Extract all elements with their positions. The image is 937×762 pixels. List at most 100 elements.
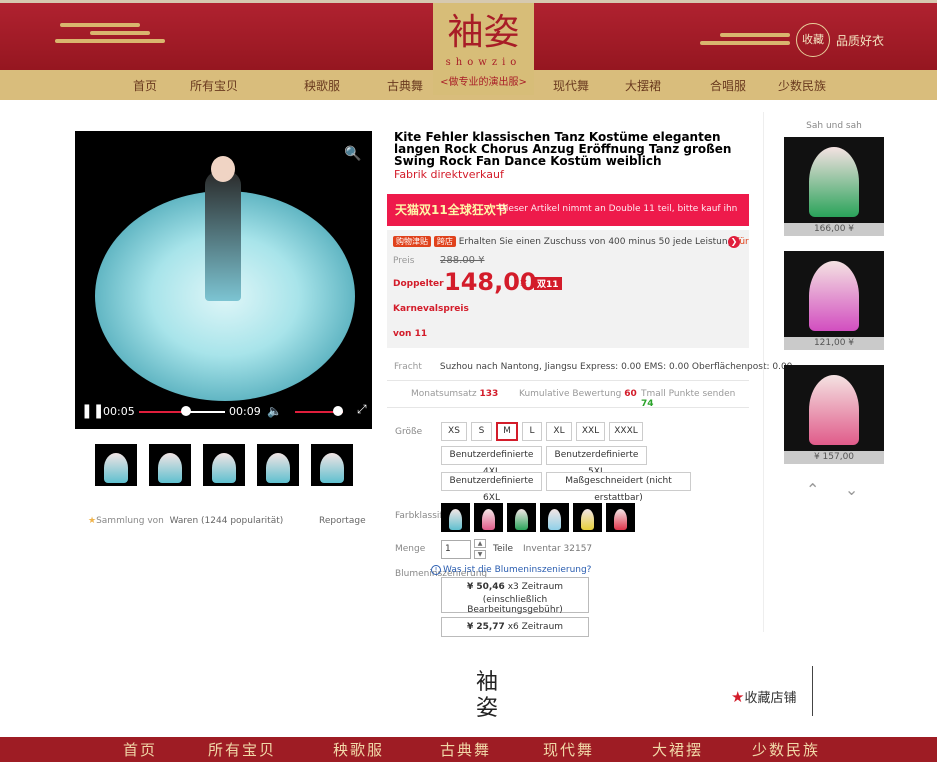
- size-xxxl[interactable]: XXXL: [609, 422, 643, 441]
- quantity-input[interactable]: 1: [441, 540, 471, 559]
- promo-text: Dieser Artikel nimmt an Double 11 teil, …: [499, 204, 738, 214]
- nav-all-items[interactable]: 所有宝贝: [190, 70, 238, 100]
- dancer-head: [211, 156, 235, 182]
- nav-ethnic[interactable]: 少数民族: [778, 70, 826, 100]
- footer-nav-big-skirt[interactable]: 大裙摆: [652, 739, 703, 760]
- footer-nav-ethnic[interactable]: 少数民族: [752, 739, 820, 760]
- footer-nav: 首页 所有宝贝 秧歌服 古典舞 现代舞 大裙摆 少数民族: [0, 737, 937, 762]
- zoom-icon[interactable]: 🔍: [340, 141, 366, 167]
- product-video[interactable]: [75, 131, 372, 429]
- size-xs[interactable]: XS: [441, 422, 467, 441]
- nav-big-skirt[interactable]: 大摆裙: [625, 70, 661, 100]
- report-link[interactable]: Reportage: [319, 516, 366, 526]
- color-swatch[interactable]: [540, 503, 569, 532]
- size-xxl[interactable]: XXL: [576, 422, 605, 441]
- size-m[interactable]: M: [496, 422, 518, 441]
- nav-yangge[interactable]: 秧歌服: [304, 70, 340, 100]
- qty-down-icon[interactable]: ▼: [474, 550, 486, 559]
- price-label: Preis: [393, 256, 415, 266]
- size-custom-4xl[interactable]: Benutzerdefinierte 4XL: [441, 446, 542, 477]
- collect-link[interactable]: ★Sammlung von Waren (1244 popularität): [88, 516, 283, 526]
- thumbnail-strip: [95, 444, 355, 486]
- volume-icon[interactable]: 🔈: [267, 404, 282, 418]
- rail-title: Sah und sah: [806, 121, 862, 131]
- tmall-points: Tmall Punkte senden 74: [641, 389, 736, 409]
- thumbnail[interactable]: [203, 444, 245, 486]
- currency: ¥: [520, 278, 527, 291]
- size-l[interactable]: L: [522, 422, 542, 441]
- thumbnail[interactable]: [95, 444, 137, 486]
- color-swatch[interactable]: [441, 503, 470, 532]
- installment-6[interactable]: ¥ 25,77 x6 Zeitraum: [441, 617, 589, 637]
- star-icon: ★: [731, 688, 745, 706]
- shop-banner: 收藏 品质好衣 首页 所有宝贝 秧歌服 古典舞 现代舞 大摆裙 合唱服 少数民族…: [0, 0, 937, 100]
- size-custom-5xl[interactable]: Benutzerdefinierte 5XL: [546, 446, 647, 477]
- nav-modern[interactable]: 现代舞: [553, 70, 589, 100]
- chevron-down-icon[interactable]: ⌄: [845, 480, 858, 499]
- item-price: 166,00 ¥: [784, 223, 884, 236]
- thumbnail[interactable]: [257, 444, 299, 486]
- thumbnail[interactable]: [311, 444, 353, 486]
- plan2-price: ¥ 25,77: [466, 622, 505, 632]
- footer-logo: 袖姿: [475, 670, 498, 721]
- nav-home[interactable]: 首页: [133, 70, 157, 100]
- footer-nav-classical[interactable]: 古典舞: [440, 739, 491, 760]
- volume-knob[interactable]: [333, 406, 343, 416]
- cloud-decoration: [60, 23, 140, 27]
- qty-up-icon[interactable]: ▲: [474, 539, 486, 548]
- size-xl[interactable]: XL: [546, 422, 572, 441]
- subsidy-text: Erhalten Sie einen Zuschuss von 400 minu…: [458, 237, 734, 247]
- arrow-right-icon[interactable]: ❯: [728, 236, 740, 248]
- plan1-price: ¥ 50,46: [466, 582, 505, 592]
- color-swatch[interactable]: [507, 503, 536, 532]
- product-page: 收藏 品质好衣 首页 所有宝贝 秧歌服 古典舞 现代舞 大摆裙 合唱服 少数民族…: [0, 0, 937, 762]
- bloom-info-link[interactable]: ! Was ist die Blumeninszenierung?: [431, 565, 591, 575]
- double11-banner[interactable]: 天猫双11全球狂欢节 Dieser Artikel nimmt an Doubl…: [387, 194, 749, 226]
- recommended-item[interactable]: 121,00 ¥: [784, 251, 884, 350]
- cross-store-badge: 跨店: [433, 236, 456, 247]
- recommended-item[interactable]: 166,00 ¥: [784, 137, 884, 236]
- item-image: [809, 147, 859, 217]
- footer-nav-home[interactable]: 首页: [123, 739, 157, 760]
- info-icon: !: [431, 565, 441, 575]
- double-price-label: Doppelter: [393, 279, 444, 289]
- size-custom-6xl[interactable]: Benutzerdefinierte 6XL: [441, 472, 542, 503]
- dancer-figure: [205, 171, 241, 301]
- fav-slogan: 品质好衣: [836, 34, 885, 48]
- color-swatch[interactable]: [573, 503, 602, 532]
- color-swatch[interactable]: [606, 503, 635, 532]
- nav-chorus[interactable]: 合唱服: [710, 70, 746, 100]
- monthly-sales: Monatsumsatz 133: [411, 389, 499, 399]
- shop-logo[interactable]: 袖姿 showzio: [433, 3, 534, 95]
- color-swatch[interactable]: [474, 503, 503, 532]
- recommended-item[interactable]: ¥ 157,00: [784, 365, 884, 464]
- thumbnail[interactable]: [149, 444, 191, 486]
- installment-3[interactable]: ¥ 50,46 x3 Zeitraum (einschließlich Bear…: [441, 577, 589, 615]
- footer-nav-modern[interactable]: 现代舞: [543, 739, 594, 760]
- size-label: Größe: [395, 427, 423, 437]
- footer-nav-all[interactable]: 所有宝贝: [208, 739, 276, 760]
- reviews-link[interactable]: Kumulative Bewertung 60: [519, 389, 637, 399]
- tmall-double11-logo: 天猫双11全球狂欢节: [395, 203, 508, 217]
- progress-knob[interactable]: [181, 406, 191, 416]
- carnival-from: von 11: [393, 329, 428, 339]
- footer-nav-yangge[interactable]: 秧歌服: [333, 739, 384, 760]
- pause-icon[interactable]: ❚❚: [81, 403, 104, 419]
- cloud-decoration: [55, 39, 165, 43]
- subsidy-notice: 购物津贴 跨店 Erhalten Sie einen Zuschuss von …: [393, 236, 749, 247]
- chevron-up-icon[interactable]: ⌃: [806, 480, 819, 499]
- nav-classical[interactable]: 古典舞: [387, 70, 423, 100]
- item-image: [809, 261, 859, 331]
- fullscreen-icon[interactable]: ⤢: [357, 402, 367, 417]
- video-total-time: 00:09: [229, 405, 261, 418]
- collect-count: Waren (1244 popularität): [169, 516, 284, 526]
- size-tailored[interactable]: Maßgeschneidert (nicht erstattbar): [546, 472, 691, 503]
- favorite-store-button[interactable]: ★收藏店铺: [731, 687, 796, 706]
- plan2-term: x6 Zeitraum: [507, 622, 564, 632]
- freight-label: Fracht: [394, 362, 422, 372]
- product-subtitle: Fabrik direktverkauf: [394, 168, 504, 181]
- favorite-shop-button[interactable]: 收藏: [796, 23, 830, 57]
- quantity-label: Menge: [395, 544, 426, 554]
- size-s[interactable]: S: [471, 422, 492, 441]
- logo-english: showzio: [445, 57, 522, 68]
